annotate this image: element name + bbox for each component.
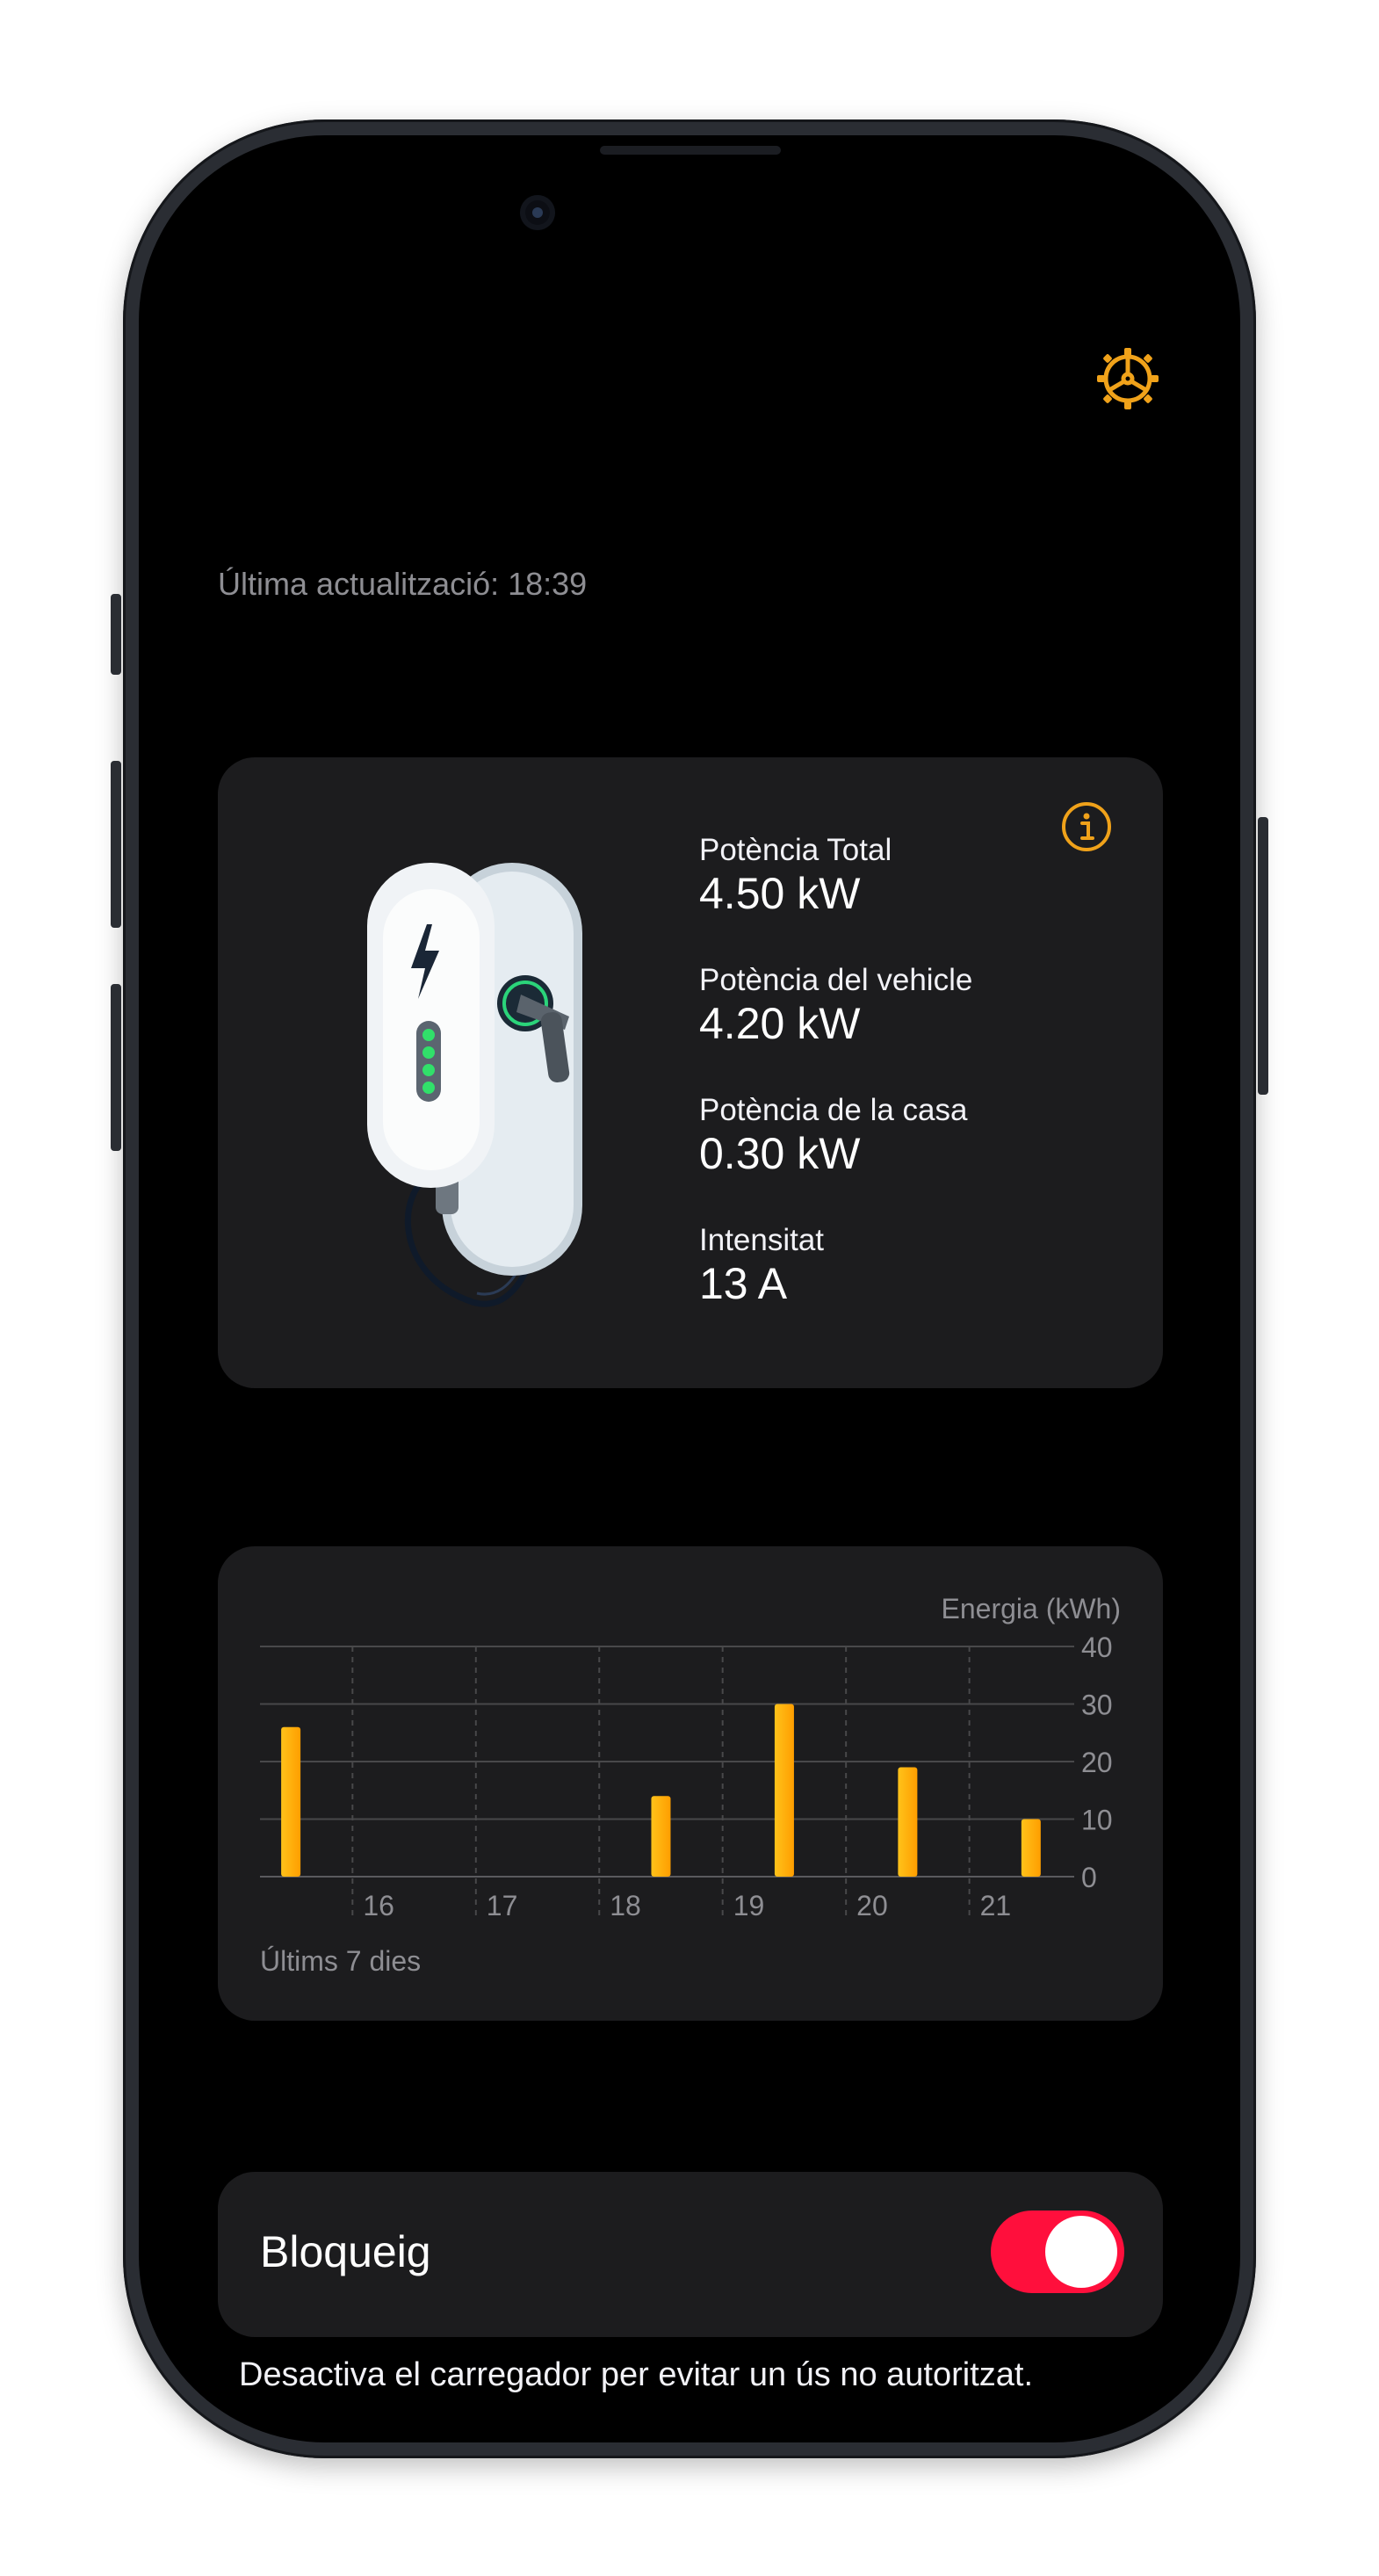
lock-label: Bloqueig (260, 2227, 431, 2276)
y-tick-label: 0 (1081, 1862, 1097, 1893)
info-icon[interactable] (1059, 800, 1114, 854)
x-tick-label: 20 (856, 1890, 888, 1921)
y-tick-label: 40 (1081, 1632, 1113, 1663)
statistics-section-title: Estadístiques (218, 1463, 493, 1509)
lock-toggle-knob (1045, 2216, 1117, 2288)
x-tick-label: 21 (980, 1890, 1012, 1921)
earpiece-speaker (600, 146, 781, 155)
y-tick-label: 30 (1081, 1690, 1113, 1721)
metric-vehicle-power-value: 4.20 kW (699, 999, 861, 1048)
y-tick-label: 10 (1081, 1805, 1113, 1836)
lock-toggle[interactable] (991, 2211, 1124, 2293)
volume-up-button (111, 761, 121, 928)
power-button (1258, 817, 1268, 1095)
y-tick-label: 20 (1081, 1747, 1113, 1778)
lock-card: Bloqueig (218, 2172, 1163, 2337)
chart-bar (898, 1767, 918, 1877)
metric-house-power-label: Potència de la casa (699, 1093, 968, 1127)
x-tick-label: 17 (487, 1890, 518, 1921)
controls-section-title: Controls (218, 2087, 392, 2133)
y-axis-title: Energia (kWh) (942, 1593, 1122, 1624)
last-update-text: Última actualització: 18:39 (218, 566, 588, 602)
lock-hint-text: Desactiva el carregador per evitar un ús… (239, 2356, 1034, 2393)
metric-vehicle-power-label: Potència del vehicle (699, 963, 973, 997)
charger-illustration (367, 863, 582, 1307)
statistics-card: 0 10 20 30 40 16 17 18 19 20 21 Energia (kWh) Últim… (218, 1546, 1163, 2021)
chart-bar (651, 1796, 671, 1877)
metric-current-label: Intensitat (699, 1223, 825, 1257)
chart-bar (774, 1704, 794, 1877)
chart-bar (1021, 1819, 1041, 1877)
metric-current-value: 13 A (699, 1259, 788, 1308)
x-tick-label: 16 (363, 1890, 394, 1921)
chart-period-label: Últims 7 dies (260, 1945, 422, 1977)
chart-bar (281, 1726, 301, 1877)
x-tick-label: 18 (610, 1890, 641, 1921)
page-title: My charger (218, 445, 679, 543)
silent-switch (111, 594, 121, 675)
gear-icon[interactable] (1094, 344, 1162, 413)
front-camera (520, 195, 555, 230)
status-card: Potència Total 4.50 kW Potència del vehi… (218, 757, 1163, 1388)
status-section-title: Estat (218, 674, 321, 720)
volume-down-button (111, 984, 121, 1151)
metric-total-power-label: Potència Total (699, 833, 892, 867)
metric-total-power-value: 4.50 kW (699, 869, 861, 918)
x-tick-label: 19 (733, 1890, 765, 1921)
metric-house-power-value: 0.30 kW (699, 1129, 861, 1178)
